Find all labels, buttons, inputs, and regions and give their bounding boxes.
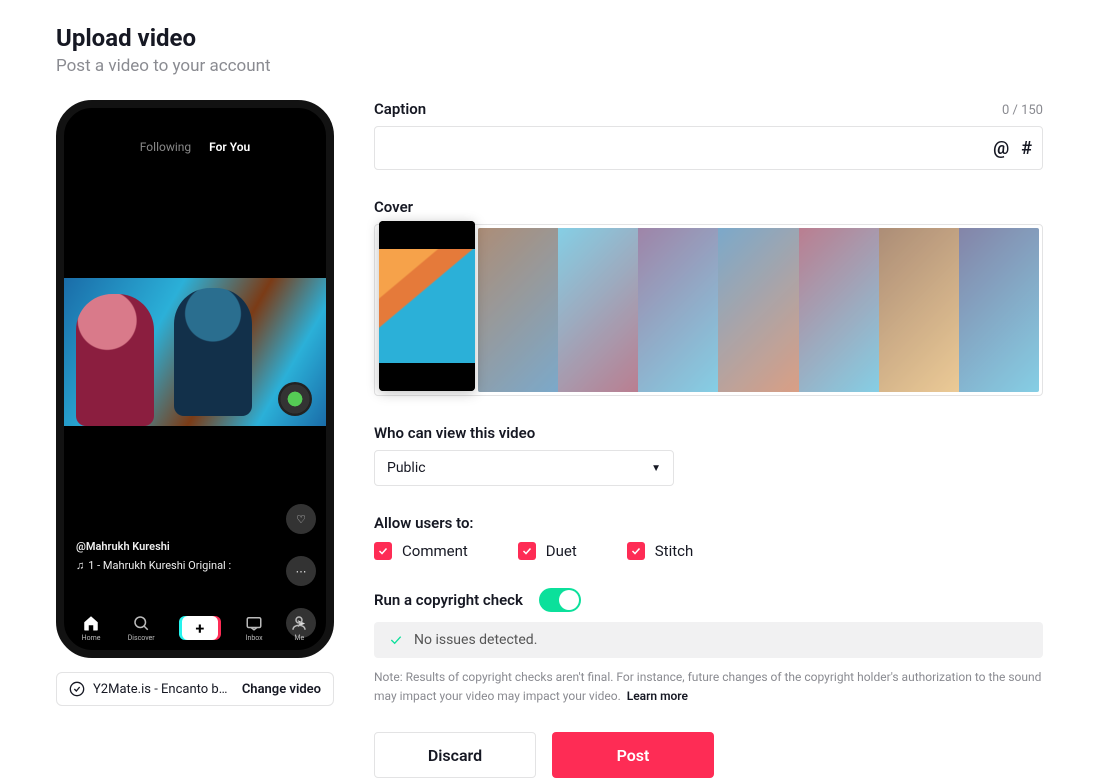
cover-strip[interactable]	[478, 228, 1039, 392]
check-icon	[374, 542, 392, 560]
phone-nav-me: Me	[290, 614, 308, 642]
preview-sound: ♫1 - Mahrukh Kureshi Original :	[76, 559, 231, 572]
checkbox-duet[interactable]: Duet	[518, 542, 577, 560]
allow-label: Allow users to:	[374, 514, 1043, 532]
privacy-selected: Public	[387, 460, 426, 476]
privacy-label: Who can view this video	[374, 424, 1043, 442]
phone-preview: Following For You ♡ ⋯ ➤ @Mahrukh Kureshi…	[56, 100, 334, 658]
phone-nav-discover: Discover	[128, 614, 155, 642]
check-icon	[627, 542, 645, 560]
copyright-label: Run a copyright check	[374, 591, 523, 609]
video-preview-frame	[64, 278, 326, 426]
hashtag-button[interactable]: #	[1021, 138, 1032, 159]
check-circle-icon	[69, 681, 85, 697]
caption-input[interactable]	[385, 140, 981, 156]
file-name: Y2Mate.is - Encanto bu...	[93, 682, 234, 697]
checkbox-comment[interactable]: Comment	[374, 542, 468, 560]
copyright-note: Note: Results of copyright checks aren't…	[374, 668, 1043, 706]
post-button[interactable]: Post	[552, 732, 714, 778]
preview-username: @Mahrukh Kureshi	[76, 540, 231, 553]
copyright-status-bar: No issues detected.	[374, 622, 1043, 658]
page-subtitle: Post a video to your account	[56, 56, 1043, 76]
checkbox-label: Comment	[402, 542, 468, 560]
copyright-toggle[interactable]	[539, 588, 581, 612]
learn-more-link[interactable]: Learn more	[627, 689, 688, 703]
caption-label: Caption	[374, 100, 426, 118]
like-icon: ♡	[286, 504, 316, 534]
cover-selector[interactable]	[374, 224, 1043, 396]
copyright-status-text: No issues detected.	[414, 632, 537, 648]
phone-tab-following[interactable]: Following	[140, 140, 191, 154]
file-change-row: Y2Mate.is - Encanto bu... Change video	[56, 672, 334, 706]
checkbox-stitch[interactable]: Stitch	[627, 542, 693, 560]
cover-selected-thumb[interactable]	[379, 221, 475, 391]
caption-counter: 0 / 150	[1002, 103, 1043, 118]
phone-nav-home: Home	[82, 614, 101, 642]
mention-button[interactable]: @	[993, 138, 1009, 159]
change-video-button[interactable]: Change video	[242, 682, 321, 697]
discard-button[interactable]: Discard	[374, 732, 536, 778]
checkbox-label: Duet	[546, 542, 577, 560]
phone-nav-plus: +	[182, 616, 218, 640]
comment-icon: ⋯	[286, 556, 316, 586]
phone-tab-foryou[interactable]: For You	[209, 140, 250, 154]
cover-label: Cover	[374, 198, 1043, 216]
checkbox-label: Stitch	[655, 542, 693, 560]
chevron-down-icon: ▼	[651, 463, 661, 474]
privacy-select[interactable]: Public ▼	[374, 450, 674, 486]
phone-nav-inbox: Inbox	[245, 614, 263, 642]
check-icon	[518, 542, 536, 560]
check-icon	[388, 632, 404, 648]
page-title: Upload video	[56, 24, 1043, 52]
